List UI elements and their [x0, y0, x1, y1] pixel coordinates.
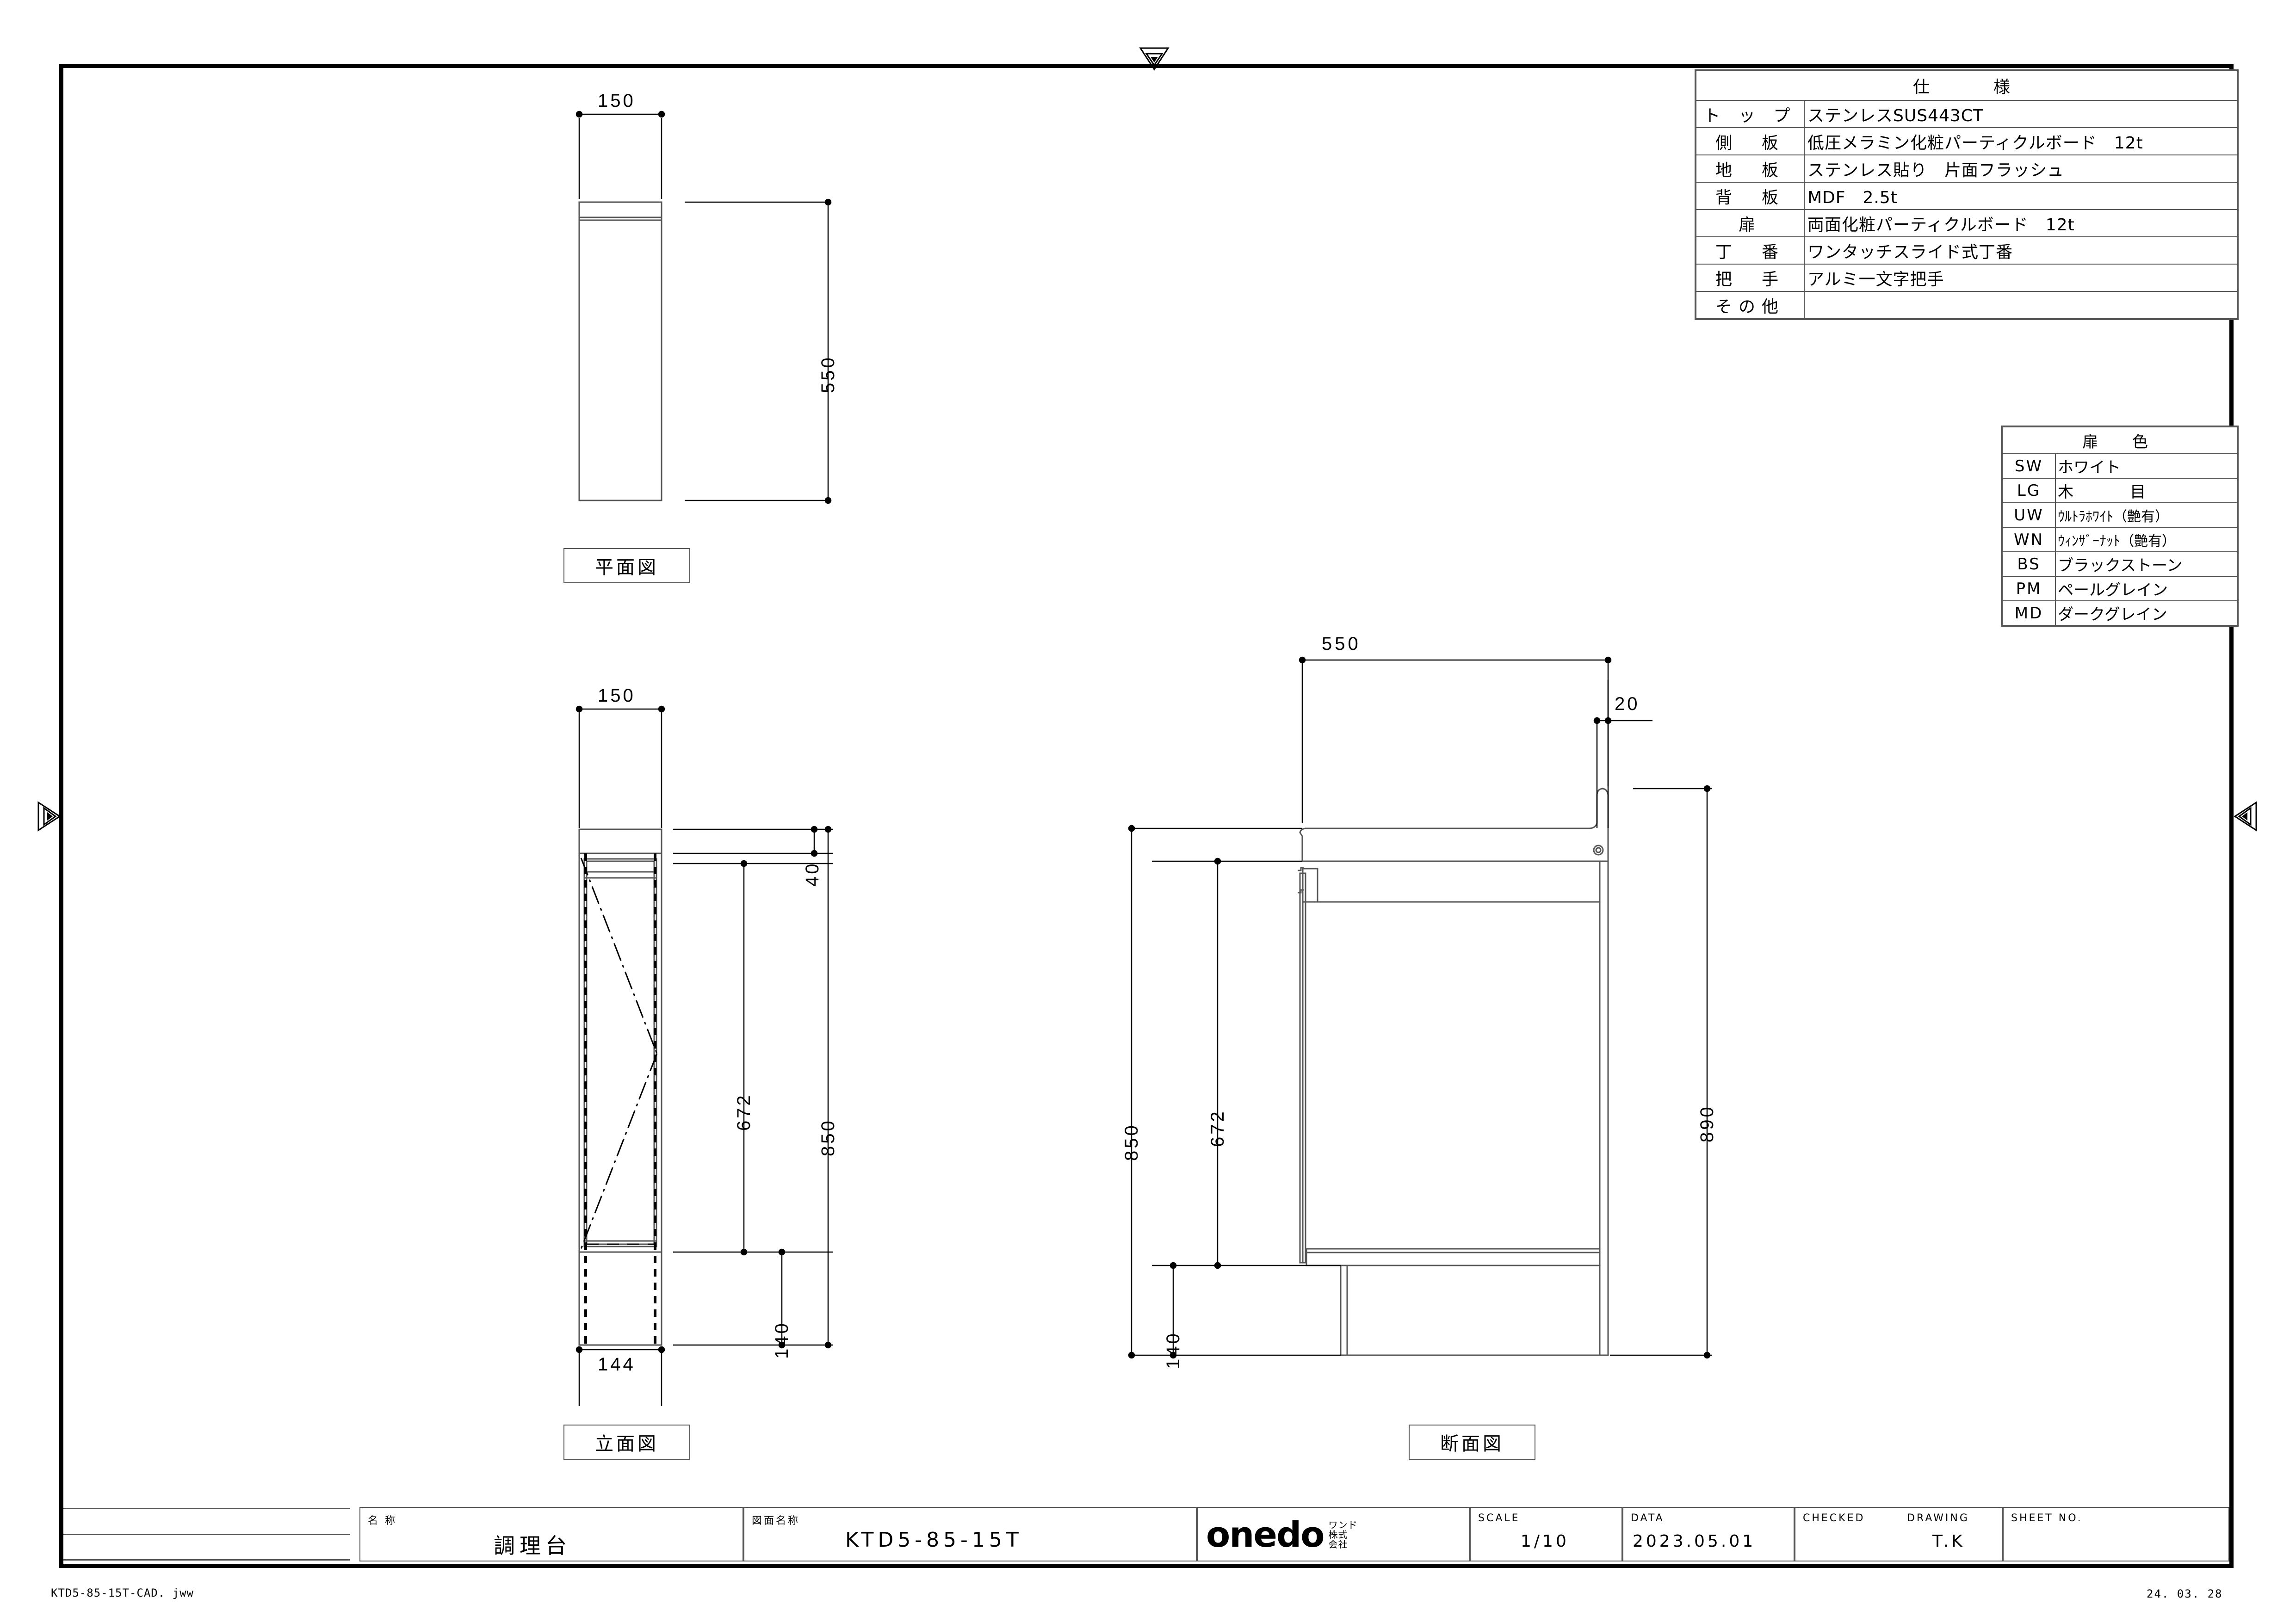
door-color-table: 扉 色 SW ホワイト LG 木 目 UW ｳﾙﾄﾗﾎﾜｲﾄ（艶有） WN ｳｨ… [2001, 426, 2239, 627]
section-overall-height-dimension: 890 [1697, 1105, 1717, 1142]
color-code: MD [2002, 600, 2056, 626]
section-depth-dimension: 550 [1322, 634, 1361, 654]
section-base-height-dimension: 140 [1163, 1331, 1183, 1369]
section-total-height-dimension: 850 [1121, 1123, 1142, 1161]
color-name: ｳﾙﾄﾗﾎﾜｲﾄ（艶有） [2055, 502, 2238, 528]
color-code: SW [2002, 453, 2056, 479]
color-code: LG [2002, 478, 2056, 503]
onedo-logo-text: onedo [1206, 1514, 1324, 1555]
color-title-row: 扉 色 [2002, 426, 2238, 454]
source-file-name: KTD5-85-15T-CAD. jww [51, 1586, 194, 1599]
company-jp-top: ワンド [1328, 1519, 1358, 1530]
color-name: ブラックストーン [2055, 551, 2238, 577]
spec-key: 丁 番 [1696, 236, 1805, 265]
color-code: BS [2002, 551, 2056, 577]
section-view-label: 断面図 [1409, 1425, 1535, 1460]
spec-key: ト ッ プ [1696, 100, 1805, 128]
table-row: PM ペールグレイン [2002, 576, 2238, 601]
section-overhang-dimension: 20 [1615, 694, 1640, 714]
table-row: 把 手 アルミ一文字把手 [1696, 264, 2238, 292]
color-name: 木 目 [2055, 478, 2238, 503]
table-row: LG 木 目 [2002, 478, 2238, 503]
spec-value [1804, 291, 2238, 319]
registration-mark-left [37, 801, 61, 832]
elevation-bottom-width-dimension: 144 [598, 1354, 636, 1375]
spec-key: 地 板 [1696, 154, 1805, 183]
spec-key: 背 板 [1696, 182, 1805, 210]
color-name: ｳｨﾝｻﾞｰﾅｯﾄ（艶有） [2055, 527, 2238, 552]
scale-value: 1/10 [1521, 1532, 1569, 1551]
scale-label: SCALE [1478, 1512, 1520, 1524]
product-name-value: 調理台 [494, 1533, 571, 1558]
plan-width-dimension: 150 [598, 91, 636, 111]
sheet-no-label: SHEET NO. [2011, 1512, 2083, 1524]
revision-line-3 [63, 1559, 350, 1561]
color-table-title: 扉 色 [2002, 426, 2238, 454]
drawing-by-label: DRAWING [1907, 1512, 1969, 1524]
table-row: その他 [1696, 291, 2238, 319]
color-name: ペールグレイン [2055, 576, 2238, 601]
section-door-height-dimension: 672 [1207, 1109, 1228, 1147]
table-row: 扉 両面化粧パーティクルボード 12t [1696, 209, 2238, 237]
spec-title-row: 仕 様 [1696, 70, 2238, 101]
table-row: BS ブラックストーン [2002, 551, 2238, 577]
spec-value: 低圧メラミン化粧パーティクルボード 12t [1804, 127, 2238, 155]
elevation-top-band-dimension: 40 [802, 861, 823, 887]
company-logo: onedo ワンド 株式 会社 [1206, 1511, 1465, 1559]
revision-line-2 [63, 1534, 350, 1535]
spec-table-title: 仕 様 [1696, 70, 2238, 101]
company-jp-mid: 株式 [1328, 1529, 1348, 1540]
table-row: WN ｳｨﾝｻﾞｰﾅｯﾄ（艶有） [2002, 527, 2238, 552]
company-jp-bot: 会社 [1328, 1538, 1348, 1550]
print-date: 24. 03. 28 [2147, 1587, 2223, 1600]
revision-line-1 [63, 1508, 350, 1509]
spec-value: ワンタッチスライド式丁番 [1804, 236, 2238, 265]
spec-value: ステンレスSUS443CT [1804, 100, 2238, 128]
table-row: 側 板 低圧メラミン化粧パーティクルボード 12t [1696, 127, 2238, 155]
spec-value: MDF 2.5t [1804, 182, 2238, 210]
plan-view-label: 平面図 [563, 548, 690, 583]
spec-key: 扉 [1696, 209, 1805, 237]
title-block: 名 称 調理台 図面名称 KTD5-85-15T onedo ワンド 株式 会社… [63, 1507, 2229, 1564]
plan-depth-dimension: 550 [818, 355, 838, 393]
table-row: MD ダークグレイン [2002, 600, 2238, 626]
date-value: 2023.05.01 [1633, 1532, 1756, 1551]
elevation-base-height-dimension: 140 [772, 1321, 792, 1359]
color-name: ダークグレイン [2055, 600, 2238, 626]
drawing-name-value: KTD5-85-15T [845, 1528, 1023, 1552]
elevation-top-width-dimension: 150 [598, 685, 636, 706]
table-row: 背 板 MDF 2.5t [1696, 182, 2238, 210]
spec-value: アルミ一文字把手 [1804, 264, 2238, 292]
specification-table: 仕 様 ト ッ プ ステンレスSUS443CT 側 板 低圧メラミン化粧パーティ… [1695, 69, 2239, 320]
company-jp-name: ワンド 株式 会社 [1328, 1520, 1357, 1549]
table-row: SW ホワイト [2002, 453, 2238, 479]
table-row: UW ｳﾙﾄﾗﾎﾜｲﾄ（艶有） [2002, 502, 2238, 528]
table-row: ト ッ プ ステンレスSUS443CT [1696, 100, 2238, 128]
table-row: 地 板 ステンレス貼り 片面フラッシュ [1696, 154, 2238, 183]
spec-value: 両面化粧パーティクルボード 12t [1804, 209, 2238, 237]
date-label: DATA [1631, 1512, 1665, 1524]
table-row: 丁 番 ワンタッチスライド式丁番 [1696, 236, 2238, 265]
elevation-total-height-dimension: 850 [818, 1118, 838, 1156]
elevation-view-label: 立面図 [563, 1425, 690, 1460]
spec-value: ステンレス貼り 片面フラッシュ [1804, 154, 2238, 183]
spec-key: 把 手 [1696, 264, 1805, 292]
elevation-door-height-dimension: 672 [734, 1093, 754, 1131]
spec-key: 側 板 [1696, 127, 1805, 155]
checked-label: CHECKED [1803, 1512, 1865, 1524]
drawing-sheet: 150 550 平面図 150 144 40 672 850 140 立面図 5… [0, 0, 2296, 1623]
registration-mark-right [2234, 801, 2257, 832]
product-name-label: 名 称 [368, 1515, 397, 1527]
spec-key: その他 [1696, 291, 1805, 319]
color-code: PM [2002, 576, 2056, 601]
drawing-by-value: T.K [1932, 1532, 1965, 1551]
color-code: UW [2002, 502, 2056, 528]
color-name: ホワイト [2055, 453, 2238, 479]
color-code: WN [2002, 527, 2056, 552]
drawing-name-label: 図面名称 [752, 1515, 800, 1527]
